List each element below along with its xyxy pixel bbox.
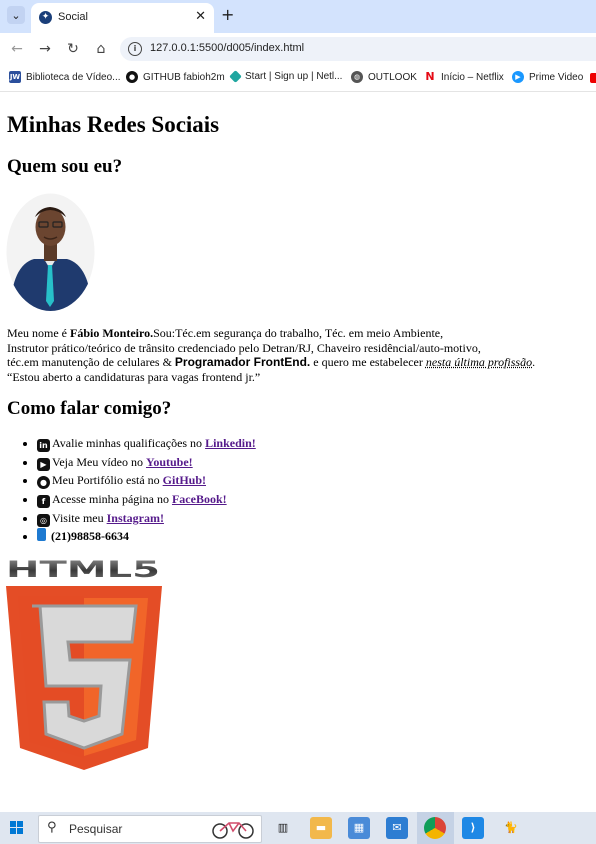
overflow-bookmark-icon[interactable] <box>590 73 596 83</box>
bookmark-item[interactable]: N Início – Netflix <box>424 70 503 83</box>
phone-icon <box>37 528 46 542</box>
bookmark-item[interactable]: Start | Sign up | Netl... <box>229 70 342 83</box>
globe-icon: ◍ <box>351 71 363 83</box>
list-item-phone: (21)98858-6634 <box>37 527 256 546</box>
profile-photo <box>6 193 95 311</box>
bookmark-item[interactable]: ◍ OUTLOOK <box>351 71 417 83</box>
list-item-instagram: ◎Visite meu Instagram! <box>37 509 256 528</box>
forward-button[interactable]: → <box>37 41 53 57</box>
tab-strip: ⌄ ✦ Social ✕ + <box>0 0 596 33</box>
new-tab-button[interactable]: + <box>221 6 234 24</box>
html5-wordmark: HTML5 <box>6 558 160 580</box>
tab-title: Social <box>58 11 88 23</box>
page-content: Minhas Redes Sociais Quem sou eu? Meu no… <box>0 92 596 812</box>
reload-button[interactable]: ↻ <box>65 41 81 57</box>
browser-toolbar: ← → ↻ ⌂ i 127.0.0.1:5500/d005/index.html <box>0 33 596 65</box>
jw-icon: JW <box>9 71 21 83</box>
bio-role: Programador FrontEnd. <box>174 355 311 369</box>
bio-paragraph: Meu nome é Fábio Monteiro.Sou:Téc.em seg… <box>7 326 536 384</box>
list-item-youtube: ▶Veja Meu vídeo no Youtube! <box>37 453 256 472</box>
social-links-list: inAvalie minhas qualificações no Linkedi… <box>0 434 256 546</box>
chrome-icon[interactable] <box>424 817 446 839</box>
bio-name: Fábio Monteiro. <box>69 326 154 340</box>
list-item-linkedin: inAvalie minhas qualificações no Linkedi… <box>37 434 256 453</box>
youtube-icon: ▶ <box>37 457 50 471</box>
windows-start-icon[interactable] <box>10 821 24 835</box>
instagram-link[interactable]: Instagram! <box>107 511 164 525</box>
facebook-link[interactable]: FaceBook! <box>172 492 227 506</box>
tab-search-button[interactable]: ⌄ <box>7 6 25 24</box>
taskbar: ⚲ Pesquisar ▥ ▬ ▦ ✉ ⟩ 🐈 <box>0 812 596 844</box>
close-tab-icon[interactable]: ✕ <box>195 9 206 24</box>
site-info-icon[interactable]: i <box>128 42 142 56</box>
page-title: Minhas Redes Sociais <box>7 112 220 137</box>
bookmark-item[interactable]: ▶ Prime Video <box>512 71 583 83</box>
prime-video-icon: ▶ <box>512 71 524 83</box>
file-explorer-icon[interactable]: ▬ <box>310 817 332 839</box>
about-heading: Quem sou eu? <box>7 156 123 177</box>
youtube-link[interactable]: Youtube! <box>146 455 193 469</box>
address-bar[interactable]: i 127.0.0.1:5500/d005/index.html <box>120 37 596 61</box>
github-icon: ● <box>126 71 138 83</box>
linkedin-icon: in <box>37 439 50 452</box>
task-view-icon[interactable]: ▥ <box>272 817 294 839</box>
tab-favicon-icon: ✦ <box>39 11 52 24</box>
mail-icon[interactable]: ✉ <box>386 817 408 839</box>
taskbar-search[interactable]: ⚲ Pesquisar <box>38 815 262 843</box>
cat-app-icon[interactable]: 🐈 <box>500 817 522 839</box>
list-item-github: ●Meu Portifólio está no GitHub! <box>37 471 256 490</box>
contact-heading: Como falar comigo? <box>7 398 172 419</box>
github-link[interactable]: GitHub! <box>163 473 206 487</box>
bicycle-icon <box>212 822 254 839</box>
bio-emphasis: nesta última profissão <box>425 355 533 369</box>
bookmark-item[interactable]: ● GITHUB fabioh2m <box>126 71 225 83</box>
netlify-icon <box>229 70 242 83</box>
netflix-icon: N <box>425 70 435 83</box>
home-button[interactable]: ⌂ <box>93 41 109 57</box>
back-button[interactable]: ← <box>9 41 25 57</box>
phone-number: (21)98858-6634 <box>51 529 129 544</box>
list-item-facebook: fAcesse minha página no FaceBook! <box>37 490 256 509</box>
vscode-icon[interactable]: ⟩ <box>462 817 484 839</box>
html5-logo <box>6 586 162 770</box>
html5-wordmark-text: HTML5 <box>6 558 160 580</box>
instagram-icon: ◎ <box>37 513 50 527</box>
bookmarks-bar: JW Biblioteca de Vídeo... ● GITHUB fabio… <box>0 65 596 92</box>
microsoft-store-icon[interactable]: ▦ <box>348 817 370 839</box>
github-icon: ● <box>37 476 50 490</box>
search-icon: ⚲ <box>47 820 57 835</box>
tab-social[interactable]: ✦ Social ✕ <box>31 3 214 33</box>
bookmark-item[interactable]: JW Biblioteca de Vídeo... <box>9 71 121 83</box>
facebook-icon: f <box>37 495 50 509</box>
taskbar-search-placeholder: Pesquisar <box>69 822 123 836</box>
url-text[interactable]: 127.0.0.1:5500/d005/index.html <box>150 42 304 54</box>
linkedin-link[interactable]: Linkedin! <box>205 436 256 450</box>
